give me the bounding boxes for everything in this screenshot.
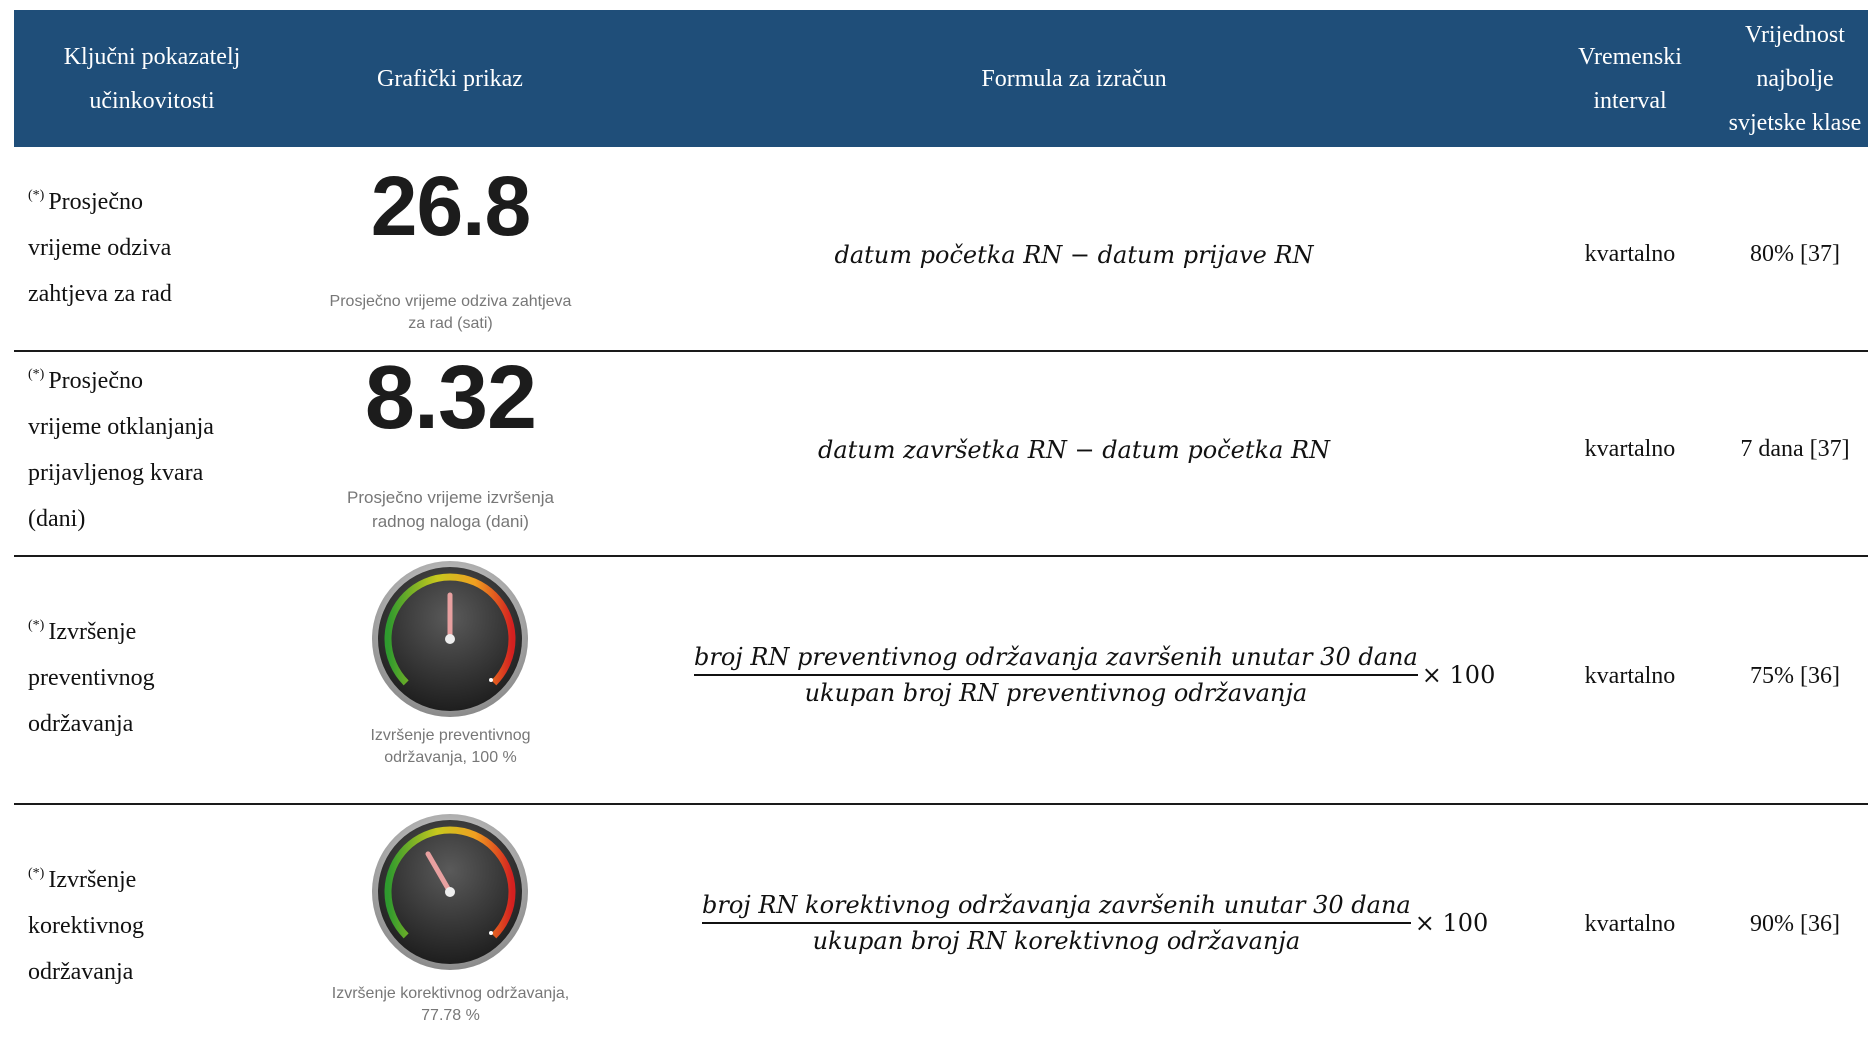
- speedometer-gauge-icon: [372, 561, 528, 717]
- kpi-name: (*) Izvršenje preventivnog održavanja: [28, 618, 155, 737]
- formula-denominator: ukupan broj RN korektivnog održavanja: [812, 927, 1301, 955]
- gauge-hub: [445, 634, 455, 644]
- metric-caption: Prosječno vrijeme izvršenja radnog nalog…: [347, 488, 554, 531]
- speedometer-gauge-icon: [372, 814, 528, 970]
- table-row: (*) Prosječno vrijeme odziva zahtjeva za …: [14, 147, 1868, 351]
- formula: broj RN preventivnog održavanja završeni…: [694, 643, 1495, 707]
- table-row: (*) Izvršenje korektivnog održavanja Izvr…: [14, 805, 1868, 1051]
- kpi-name: (*) Prosječno vrijeme otklanjanja prijavl…: [28, 367, 214, 532]
- kpi-name: (*) Prosječno vrijeme odziva zahtjeva za …: [28, 188, 172, 307]
- kpi-name: (*) Izvršenje korektivnog održavanja: [28, 866, 144, 985]
- table-row: (*) Izvršenje preventivnog održavanja Izv…: [14, 557, 1868, 803]
- best-value: 80% [37]: [1750, 241, 1840, 267]
- metric-caption: Izvršenje korektivnog održavanja, 77.78 …: [331, 985, 570, 1024]
- metric-caption: Prosječno vrijeme odziva zahtjeva za rad…: [329, 293, 572, 332]
- header-formula: Formula za izračun: [981, 65, 1167, 92]
- formula-multiplier: × 100: [1414, 909, 1489, 937]
- interval-value: kvartalno: [1584, 241, 1676, 267]
- interval-value: kvartalno: [1584, 436, 1676, 462]
- gauge-hub: [445, 887, 455, 897]
- header-kpi: Ključni pokazatelj učinkovitosti: [63, 43, 241, 114]
- best-value: 75% [36]: [1750, 663, 1840, 689]
- kpi-visual: 8.32 Prosječno vrijeme izvršenja radnog …: [312, 352, 589, 552]
- interval-value: kvartalno: [1584, 663, 1676, 689]
- metric-value: 8.32: [364, 348, 537, 448]
- kpi-visual: 26.8 Prosječno vrijeme odziva zahtjeva z…: [312, 147, 589, 351]
- metric-caption: Izvršenje preventivnog održavanja, 100 %: [370, 727, 531, 766]
- best-value: 7 dana [37]: [1740, 436, 1850, 462]
- formula: datum završetka RN − datum početka RN: [817, 436, 1331, 464]
- table-header: Ključni pokazatelj učinkovitosti Grafičk…: [14, 10, 1868, 147]
- gauge-body: [372, 561, 528, 717]
- gauge-tick: [489, 678, 494, 683]
- gauge-body: [372, 814, 528, 970]
- gauge-tick: [489, 931, 494, 936]
- kpi-visual: Izvršenje korektivnog održavanja, 77.78 …: [312, 805, 589, 1051]
- formula: broj RN korektivnog održavanja završenih…: [702, 891, 1488, 955]
- metric-value: 26.8: [370, 159, 532, 253]
- formula-multiplier: × 100: [1421, 661, 1496, 689]
- header-best-value: Vrijednost najbolje svjetske klase: [1728, 21, 1862, 136]
- formula: datum početka RN − datum prijave RN: [834, 241, 1314, 269]
- header-graphic: Grafički prikaz: [377, 65, 523, 92]
- best-value: 90% [36]: [1750, 911, 1840, 937]
- table-row: (*) Prosječno vrijeme otklanjanja prijavl…: [14, 352, 1868, 555]
- header-interval: Vremenski interval: [1578, 43, 1682, 114]
- formula-fraction: broj RN preventivnog održavanja završeni…: [694, 643, 1418, 707]
- formula-numerator: broj RN korektivnog održavanja završenih…: [702, 891, 1411, 919]
- formula-denominator: ukupan broj RN preventivnog održavanja: [804, 679, 1308, 707]
- kpi-visual: Izvršenje preventivnog održavanja, 100 %: [312, 557, 589, 803]
- interval-value: kvartalno: [1584, 911, 1676, 937]
- formula-numerator: broj RN preventivnog održavanja završeni…: [694, 643, 1418, 671]
- formula-fraction: broj RN korektivnog održavanja završenih…: [702, 891, 1411, 955]
